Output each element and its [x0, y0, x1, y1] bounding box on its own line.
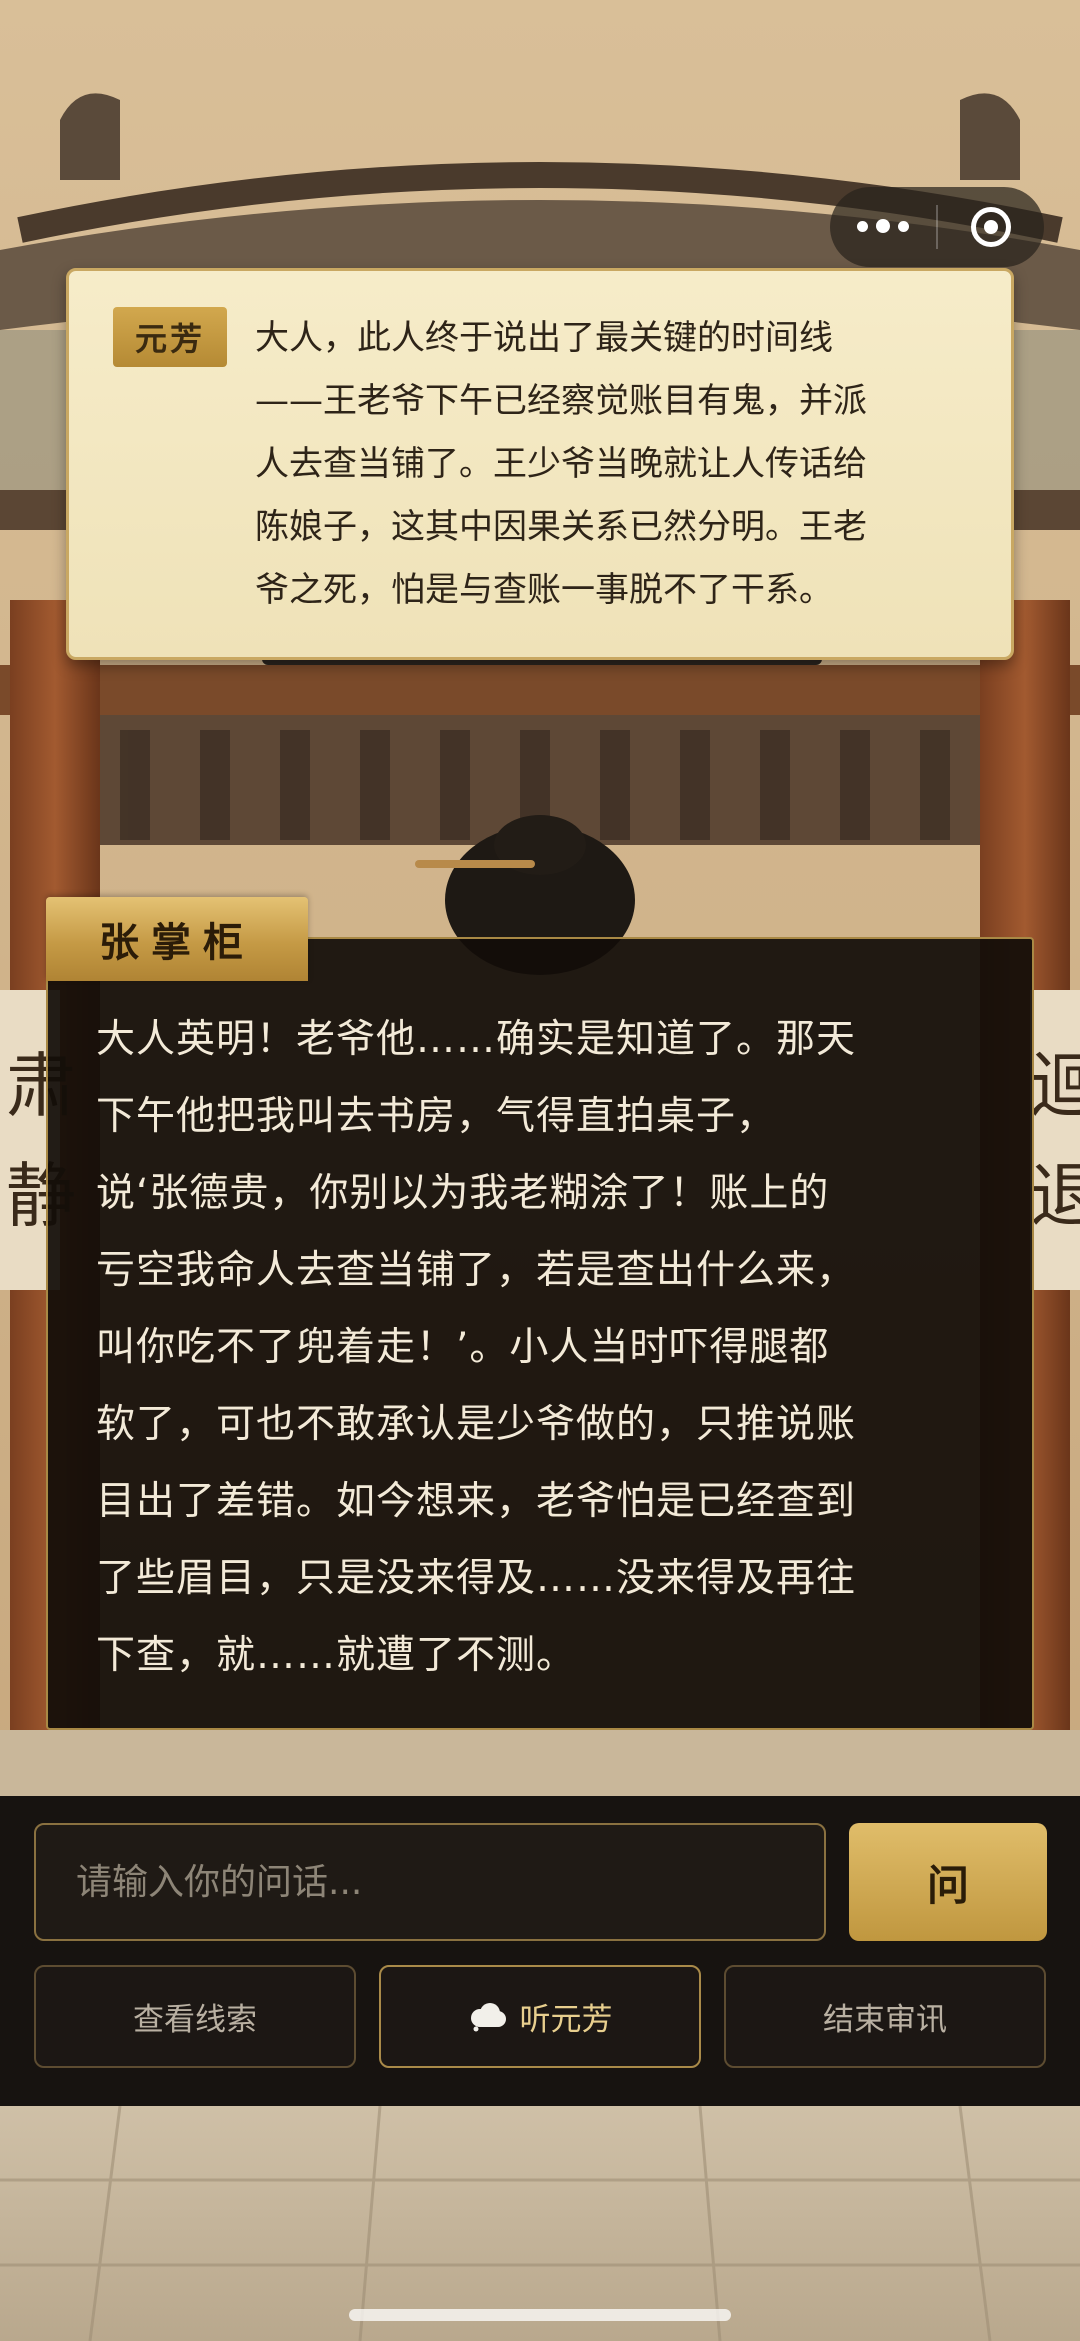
ask-button[interactable]: 问	[849, 1823, 1047, 1941]
view-clues-button[interactable]: 查看线索	[34, 1965, 356, 2068]
dialogue-line: 目出了差错。如今想来，老爷怕是已经查到	[96, 1479, 857, 1524]
dialogue-line: 下查，就……就遭了不测。	[96, 1633, 577, 1678]
dialogue-text: 大人英明！老爷他……确实是知道了。那天 下午他把我叫去书房，气得直拍桌子， 说‘…	[96, 1001, 996, 1694]
end-interrogation-label: 结束审讯	[823, 2002, 947, 2038]
hint-text: 大人，此人终于说出了最关键的时间线 ——王老爷下午已经察觉账目有鬼，并派 人去查…	[255, 307, 975, 622]
dialogue-speaker-tag: 张掌柜	[46, 897, 308, 981]
thought-cloud-icon	[470, 2002, 506, 2031]
narrator-hint-card: 元芳 大人，此人终于说出了最关键的时间线 ——王老爷下午已经察觉账目有鬼，并派 …	[66, 268, 1014, 660]
hint-line: 爷之死，怕是与查账一事脱不了干系。	[255, 570, 833, 610]
view-clues-label: 查看线索	[133, 2002, 257, 2038]
more-dots-icon	[857, 219, 909, 234]
home-indicator[interactable]	[349, 2309, 731, 2321]
more-button[interactable]	[830, 187, 936, 267]
dialogue-line: 了些眉目，只是没来得及……没来得及再往	[96, 1556, 857, 1601]
listen-yuanfang-label: 听元芳	[519, 2002, 613, 2038]
dialogue-line: 软了，可也不敢承认是少爷做的，只推说账	[96, 1402, 857, 1447]
dialogue-line: 下午他把我叫去书房，气得直拍桌子，	[96, 1094, 777, 1139]
dialogue-line: 亏空我命人去查当铺了，若是查出什么来，	[96, 1248, 857, 1293]
dialogue-box[interactable]: 大人英明！老爷他……确实是知道了。那天 下午他把我叫去书房，气得直拍桌子， 说‘…	[46, 937, 1034, 1730]
hint-line: 大人，此人终于说出了最关键的时间线	[255, 318, 833, 358]
close-button[interactable]	[938, 187, 1044, 267]
right-sign-2: 退	[1030, 1155, 1080, 1237]
dialogue-line: 大人英明！老爷他……确实是知道了。那天	[96, 1017, 857, 1062]
hint-line: 人去查当铺了。王少爷当晚就让人传话给	[255, 444, 867, 484]
target-close-icon	[971, 207, 1011, 247]
dialogue-line: 叫你吃不了兜着走！’。小人当时吓得腿都	[96, 1325, 830, 1370]
dialogue-line: 说‘张德贵，你别以为我老糊涂了！账上的	[96, 1171, 830, 1216]
hint-line: 陈娘子，这其中因果关系已然分明。王老	[255, 507, 867, 547]
question-input[interactable]	[34, 1823, 826, 1941]
miniprogram-capsule	[830, 187, 1044, 267]
right-sign: 迴	[1030, 1045, 1080, 1127]
hint-speaker-tag: 元芳	[113, 307, 227, 367]
listen-yuanfang-button[interactable]: 听元芳	[379, 1965, 701, 2068]
hint-line: ——王老爷下午已经察觉账目有鬼，并派	[255, 381, 867, 421]
end-interrogation-button[interactable]: 结束审讯	[724, 1965, 1046, 2068]
